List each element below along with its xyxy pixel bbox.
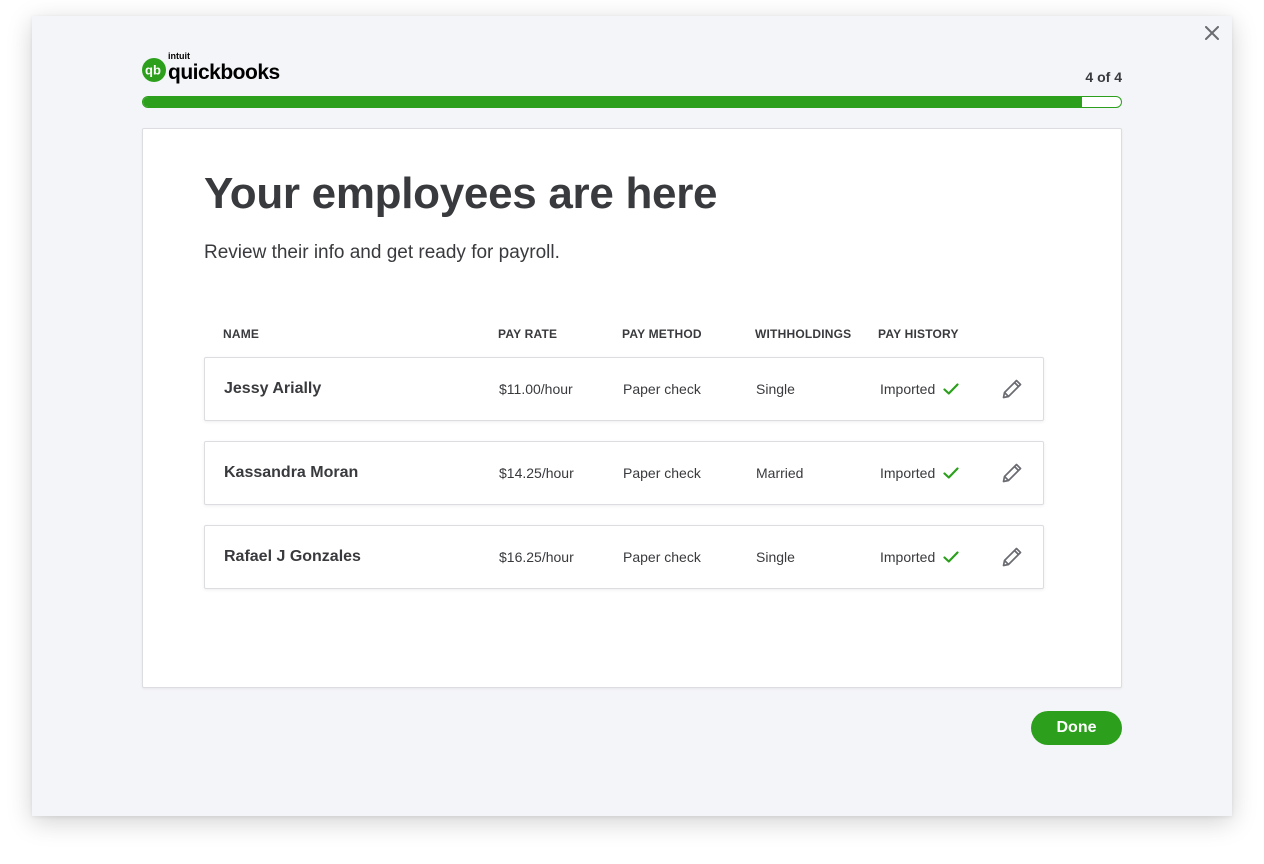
employee-name: Rafael J Gonzales <box>224 548 361 565</box>
withholdings: Single <box>756 549 795 565</box>
progress-bar <box>142 96 1122 108</box>
step-indicator: 4 of 4 <box>1085 69 1122 85</box>
done-button[interactable]: Done <box>1031 711 1122 745</box>
pay-method: Paper check <box>623 549 701 565</box>
svg-text:qb: qb <box>145 63 161 77</box>
quickbooks-logo: qb intuit quickbooks <box>142 51 280 84</box>
employee-name: Jessy Arially <box>224 380 322 397</box>
table-row: Kassandra Moran $14.25/hour Paper check … <box>204 441 1044 505</box>
pencil-icon <box>1002 379 1022 399</box>
withholdings: Single <box>756 381 795 397</box>
page-subtitle: Review their info and get ready for payr… <box>204 242 560 263</box>
pay-history-status: Imported <box>880 465 936 481</box>
pencil-icon <box>1002 547 1022 567</box>
pencil-icon <box>1002 463 1022 483</box>
employees-table: NAME PAY RATE PAY METHOD WITHHOLDINGS PA… <box>204 325 1044 589</box>
header-name: NAME <box>223 327 260 341</box>
pay-rate: $11.00/hour <box>499 381 573 397</box>
logo-intuit-text: intuit <box>168 51 190 61</box>
pay-rate: $16.25/hour <box>499 549 574 565</box>
pay-history-status: Imported <box>880 549 936 565</box>
progress-bar-fill <box>143 97 1082 107</box>
header-pay-method: PAY METHOD <box>622 327 702 341</box>
pay-history: Imported <box>880 526 959 588</box>
table-row: Jessy Arially $11.00/hour Paper check Si… <box>204 357 1044 421</box>
close-button[interactable] <box>1201 22 1223 44</box>
check-icon <box>943 467 959 479</box>
withholdings: Married <box>756 465 804 481</box>
close-icon <box>1205 26 1219 40</box>
pay-method: Paper check <box>623 465 701 481</box>
pay-history-status: Imported <box>880 381 936 397</box>
pay-rate: $14.25/hour <box>499 465 574 481</box>
edit-employee-button[interactable] <box>1000 545 1024 569</box>
table-row: Rafael J Gonzales $16.25/hour Paper chec… <box>204 525 1044 589</box>
table-header: NAME PAY RATE PAY METHOD WITHHOLDINGS PA… <box>204 325 1044 349</box>
pay-history: Imported <box>880 358 959 420</box>
check-icon <box>943 551 959 563</box>
pay-method: Paper check <box>623 381 701 397</box>
header-pay-rate: PAY RATE <box>498 327 558 341</box>
employees-card: Your employees are here Review their inf… <box>142 128 1122 688</box>
header-pay-history: PAY HISTORY <box>878 327 959 341</box>
pay-history: Imported <box>880 442 959 504</box>
check-icon <box>943 383 959 395</box>
edit-employee-button[interactable] <box>1000 461 1024 485</box>
edit-employee-button[interactable] <box>1000 377 1024 401</box>
logo-wordmark: quickbooks <box>168 61 280 84</box>
employee-name: Kassandra Moran <box>224 464 359 481</box>
setup-dialog: qb intuit quickbooks 4 of 4 Your employe… <box>32 16 1232 816</box>
page-title: Your employees are here <box>204 169 718 218</box>
header-withholdings: WITHHOLDINGS <box>755 327 852 341</box>
quickbooks-logo-icon: qb <box>142 58 166 82</box>
